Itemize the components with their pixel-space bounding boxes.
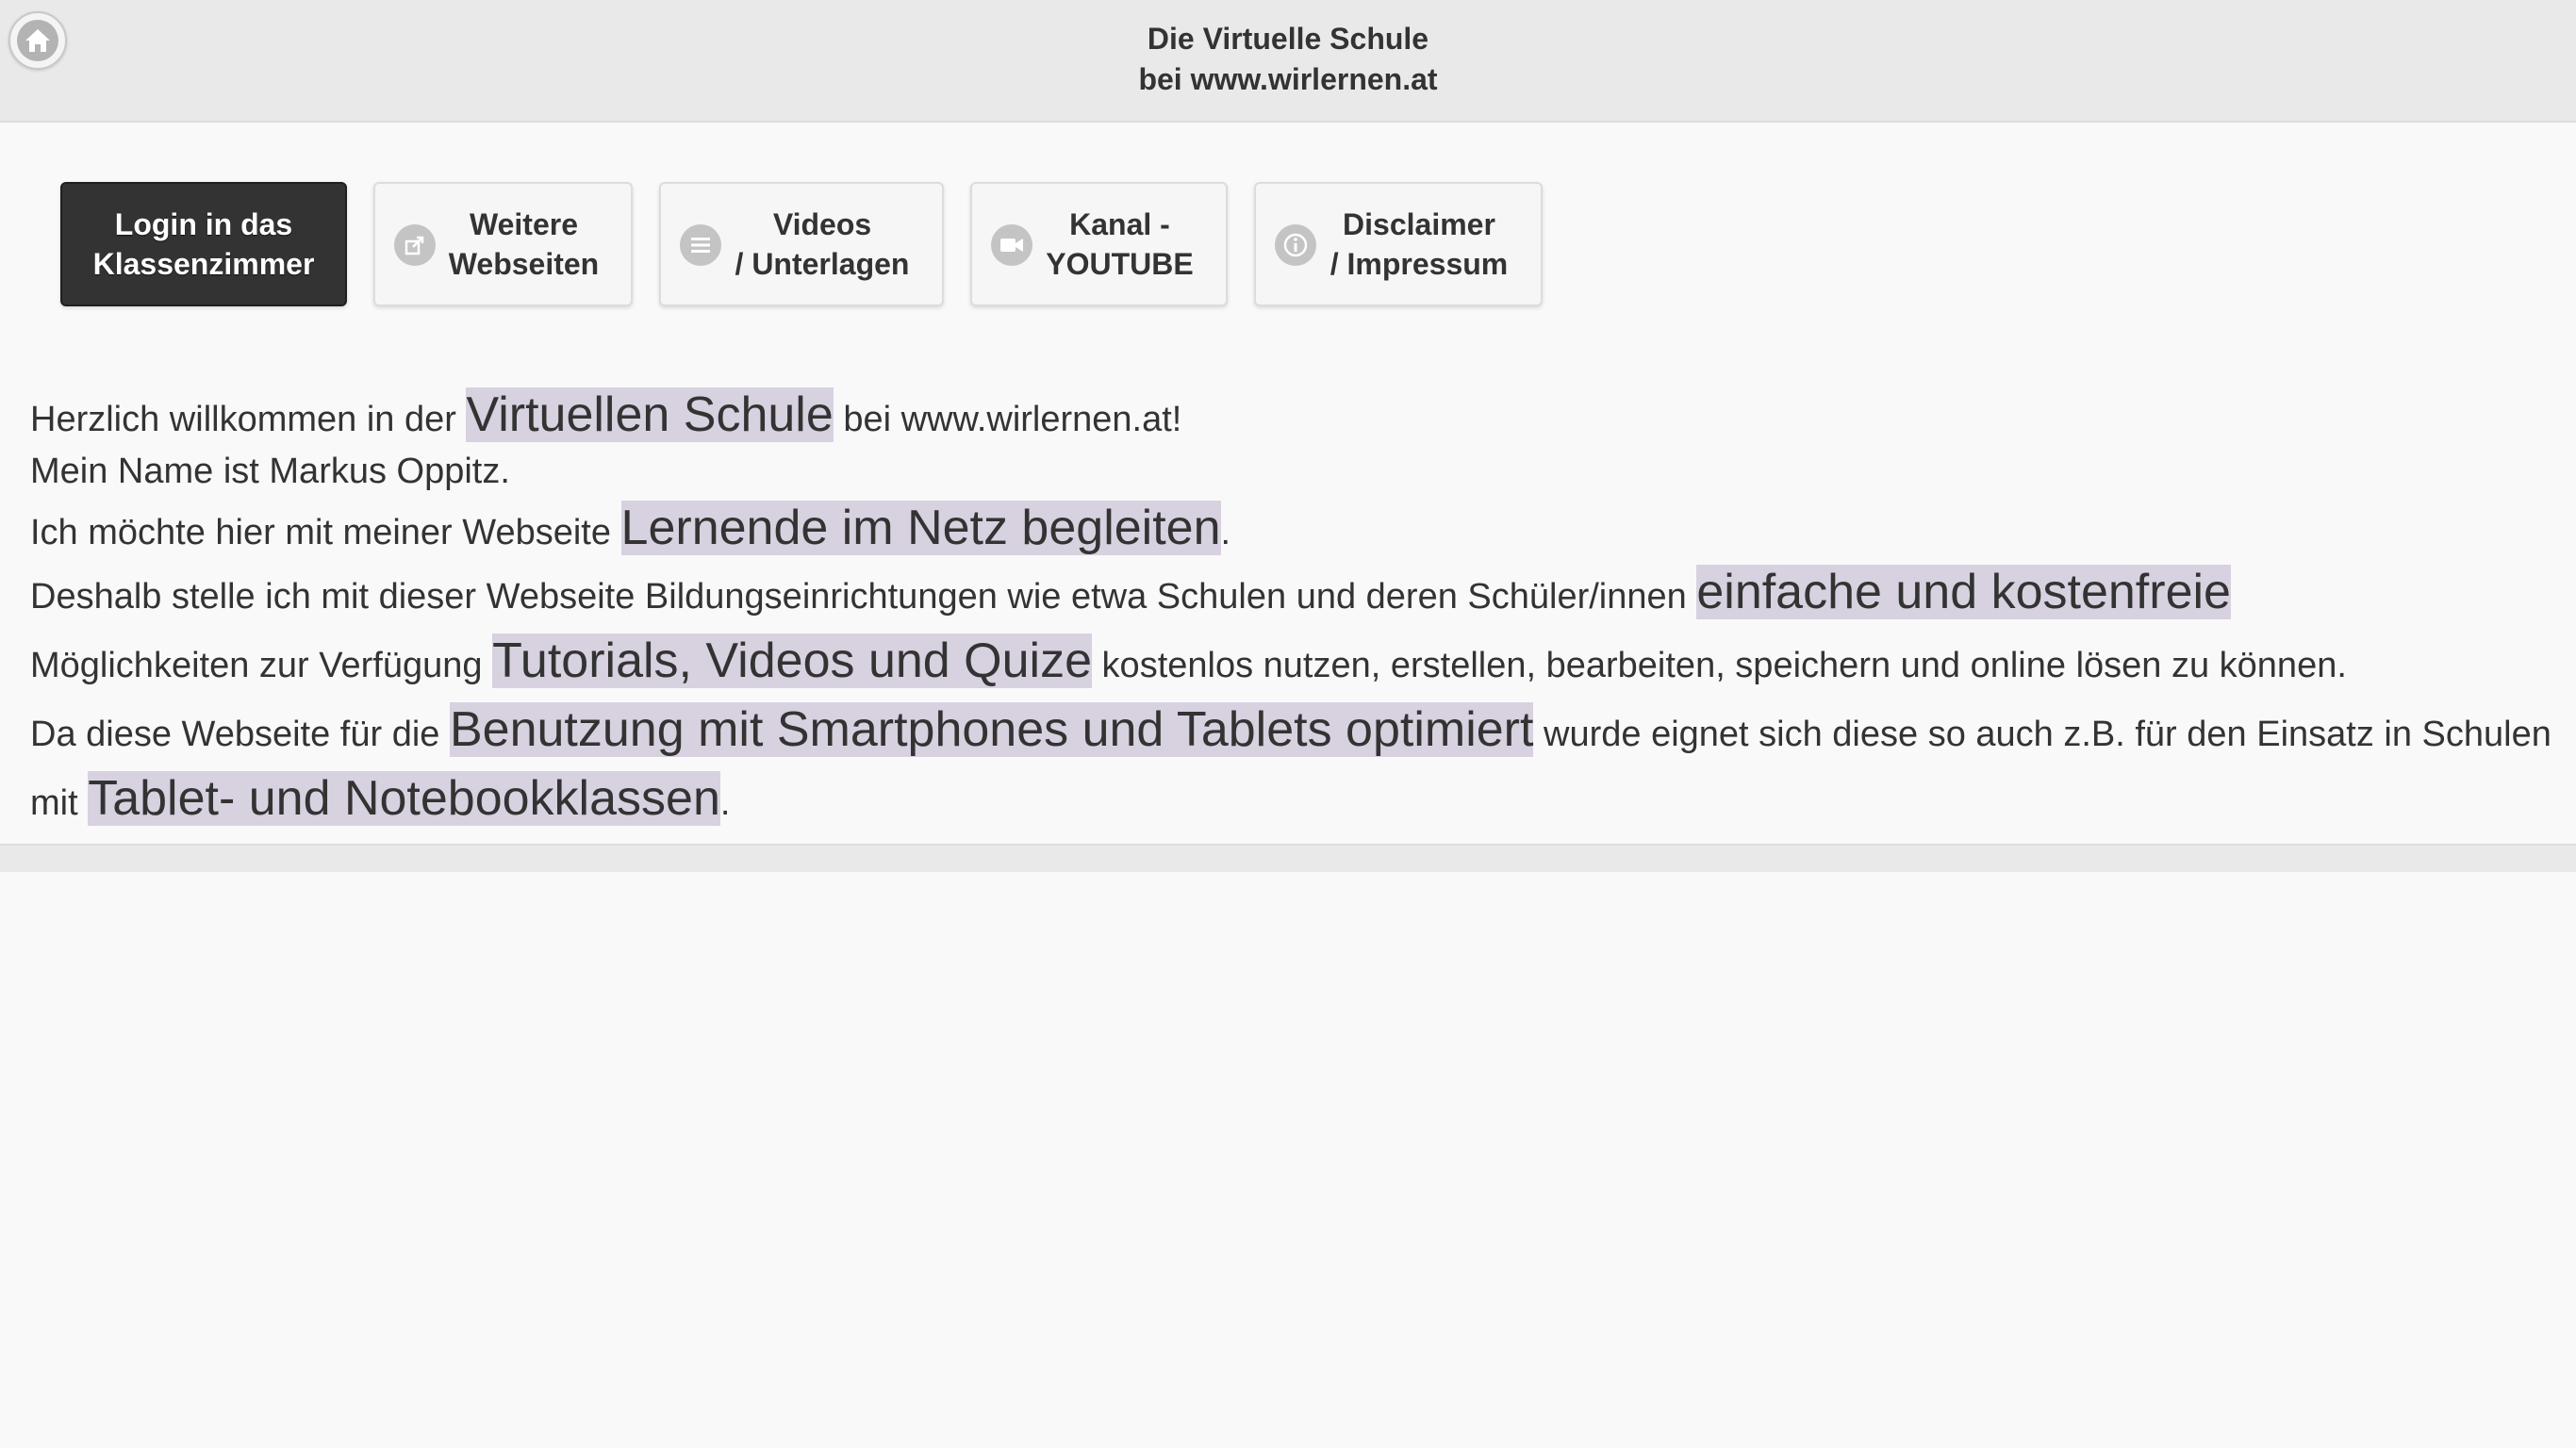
disclaimer-button-label-line1: Disclaimer — [1343, 207, 1495, 241]
text-segment: bei www.wirlernen.at! — [833, 400, 1182, 439]
disclaimer-button-label-line2: / Impressum — [1329, 247, 1509, 281]
weitere-webseiten-button[interactable]: Weitere Webseiten — [373, 182, 633, 306]
text-segment: . — [719, 783, 731, 823]
kanal-button-label-line2: YOUTUBE — [1046, 247, 1194, 281]
kanal-youtube-button[interactable]: Kanal - YOUTUBE — [970, 182, 1228, 306]
info-icon — [1275, 224, 1316, 266]
text-segment: Deshalb stelle ich mit dieser Webseite B… — [30, 577, 1697, 617]
welcome-paragraph-4: Deshalb stelle ich mit dieser Webseite B… — [30, 560, 2557, 835]
videos-button-label-line1: Videos — [772, 207, 872, 241]
list-icon — [680, 224, 721, 266]
weitere-button-label-line1: Weitere — [469, 207, 578, 241]
header-bar: Die Virtuelle Schule bei www.wirlernen.a… — [0, 0, 2576, 123]
weitere-button-label-line2: Webseiten — [448, 247, 600, 281]
highlighted-phrase: Tablet- und Notebookklassen — [88, 771, 720, 826]
login-button-label-line1: Login in das — [114, 207, 293, 241]
page-title: Die Virtuelle Schule bei www.wirlernen.a… — [0, 19, 2576, 100]
highlighted-phrase: Benutzung mit Smartphones und Tablets op… — [449, 702, 1534, 757]
kanal-button-label-line1: Kanal - — [1069, 207, 1170, 241]
highlighted-phrase: einfache und kostenfreie — [1696, 565, 2231, 619]
video-camera-icon — [991, 224, 1032, 266]
text-segment: kostenlos nutzen, erstellen, bearbeiten,… — [1092, 646, 2347, 685]
welcome-paragraph-1: Herzlich willkommen in der Virtuellen Sc… — [30, 383, 1181, 452]
highlighted-phrase: Virtuellen Schule — [466, 387, 834, 442]
text-segment: Herzlich willkommen in der — [30, 400, 467, 439]
welcome-paragraph-3: Ich möchte hier mit meiner Webseite Lern… — [30, 496, 1230, 565]
footer-bar — [0, 844, 2576, 872]
page-title-line1: Die Virtuelle Schule — [1147, 22, 1429, 56]
text-segment: Ich möchte hier mit meiner Webseite — [30, 513, 621, 552]
page-title-line2: bei www.wirlernen.at — [1138, 62, 1438, 96]
disclaimer-impressum-button[interactable]: Disclaimer / Impressum — [1254, 182, 1543, 306]
text-segment: Möglichkeiten zur Verfügung — [30, 646, 493, 685]
text-segment: . — [1220, 513, 1231, 552]
highlighted-phrase: Lernende im Netz begleiten — [620, 501, 1221, 555]
videos-button-label-line2: / Unterlagen — [735, 247, 910, 281]
external-link-icon — [394, 224, 436, 266]
login-classroom-button[interactable]: Login in das Klassenzimmer — [60, 182, 347, 306]
welcome-paragraph-2: Mein Name ist Markus Oppitz. — [30, 452, 510, 491]
login-button-label-line2: Klassenzimmer — [92, 247, 315, 281]
videos-unterlagen-button[interactable]: Videos / Unterlagen — [659, 182, 944, 306]
highlighted-phrase: Tutorials, Videos und Quize — [492, 634, 1092, 688]
text-segment: Da diese Webseite für die — [30, 715, 450, 754]
